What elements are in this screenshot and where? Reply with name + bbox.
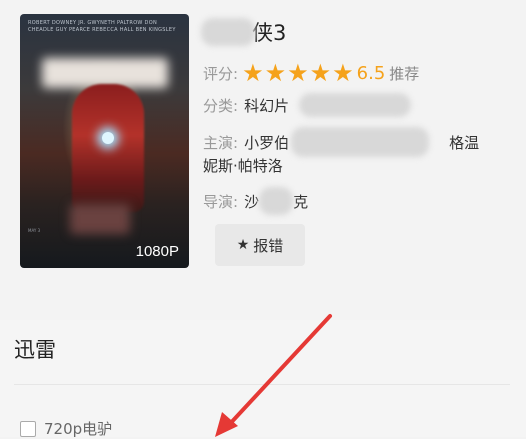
genre-redaction [299, 93, 412, 117]
rating-score: 6.5 [356, 62, 386, 84]
poster-quality-label: 1080P [135, 243, 179, 260]
star-icon: ★ [264, 59, 287, 87]
cast-value-end: 格温 [449, 133, 480, 152]
cast-label: 主演: [203, 133, 239, 152]
download-panel: 迅雷 720p电驴 [0, 320, 526, 439]
movie-title-text: 侠3 [252, 21, 287, 45]
director-label: 导演: [203, 192, 239, 211]
director-value-start: 沙 [244, 192, 260, 211]
download-section-title: 迅雷 [14, 338, 56, 362]
poster-credits: ROBERT DOWNEY JR. GWYNETH PALTROW DON CH… [28, 20, 176, 33]
poster-fine-print: MAY 3 [28, 228, 41, 233]
download-panel-body: 迅雷 720p电驴 [0, 320, 526, 439]
recommend-label: 推荐 [389, 64, 420, 83]
section-divider [14, 384, 510, 385]
movie-header: ROBERT DOWNEY JR. GWYNETH PALTROW DON CH… [0, 0, 526, 296]
star-icon: ★ [236, 237, 250, 253]
star-icon: ★ [287, 59, 309, 87]
movie-poster[interactable]: ROBERT DOWNEY JR. GWYNETH PALTROW DON CH… [20, 14, 189, 268]
report-error-button[interactable]: ★ 报错 [215, 224, 305, 266]
cast-row-line2: 妮斯·帕特洛 [203, 154, 283, 176]
download-item-checkbox[interactable] [20, 420, 36, 437]
movie-title: 侠3 [201, 14, 286, 50]
report-error-label: 报错 [253, 236, 284, 255]
star-icon: ★ [309, 59, 332, 87]
rating-stars: ★ ★ ★ ★ ★ [242, 61, 355, 85]
cast-row: 主演: 小罗伯 格温 [203, 127, 503, 157]
download-item[interactable]: 720p电驴 [20, 418, 112, 439]
download-item-label: 720p电驴 [44, 420, 113, 438]
title-redaction [201, 18, 255, 46]
rating-label: 评分: [203, 64, 239, 83]
director-value-end: 克 [293, 192, 309, 211]
star-icon: ★ [242, 59, 264, 87]
genre-value: 科幻片 [244, 96, 290, 115]
director-row: 导演: 沙 克 [203, 187, 309, 215]
cast-redaction [291, 127, 430, 157]
poster-reactor-glow [102, 132, 114, 144]
genre-row: 分类: 科幻片 [203, 93, 412, 117]
genre-label: 分类: [203, 96, 239, 115]
rating-row: 评分: ★ ★ ★ ★ ★ 6.5 推荐 [203, 60, 419, 86]
poster-figure [72, 84, 144, 212]
cast-value-line2: 妮斯·帕特洛 [203, 156, 283, 175]
director-redaction [259, 187, 294, 215]
cast-value-start: 小罗伯 [244, 133, 290, 152]
star-icon: ★ [332, 59, 354, 87]
